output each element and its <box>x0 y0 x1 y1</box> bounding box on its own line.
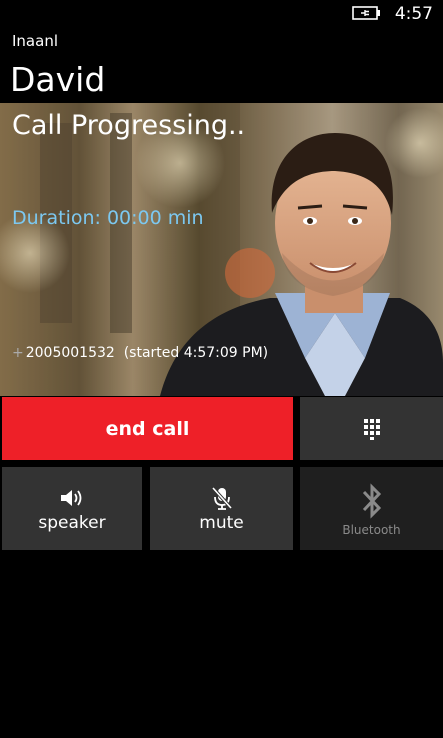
number-prefix: + <box>12 345 24 361</box>
mute-button[interactable]: mute <box>150 467 293 550</box>
phone-number: 2005001532 <box>25 345 115 361</box>
bluetooth-icon <box>362 482 381 519</box>
speaker-icon <box>61 489 82 506</box>
end-call-button[interactable]: end call <box>2 397 293 460</box>
mute-label: mute <box>199 512 244 533</box>
call-status: Call Progressing.. <box>12 110 246 141</box>
speaker-button[interactable]: speaker <box>2 467 142 550</box>
call-duration: Duration: 00:00 min <box>12 207 204 229</box>
caller-name: David <box>10 60 106 99</box>
bluetooth-label: Bluetooth <box>342 522 401 537</box>
keypad-button[interactable] <box>300 397 443 460</box>
bluetooth-button[interactable]: Bluetooth <box>300 467 443 550</box>
call-started: (started 4:57:09 PM) <box>123 345 269 361</box>
speaker-label: speaker <box>38 512 106 533</box>
call-info: +2005001532 (started 4:57:09 PM) <box>12 345 268 361</box>
end-call-label: end call <box>105 417 190 440</box>
mic-muted-icon <box>211 486 232 510</box>
keypad-icon <box>363 418 380 440</box>
app-name: Inaanl <box>12 32 58 50</box>
status-bar: 4:57 <box>0 0 443 28</box>
status-time: 4:57 <box>394 4 433 24</box>
battery-charging-icon <box>352 6 380 20</box>
